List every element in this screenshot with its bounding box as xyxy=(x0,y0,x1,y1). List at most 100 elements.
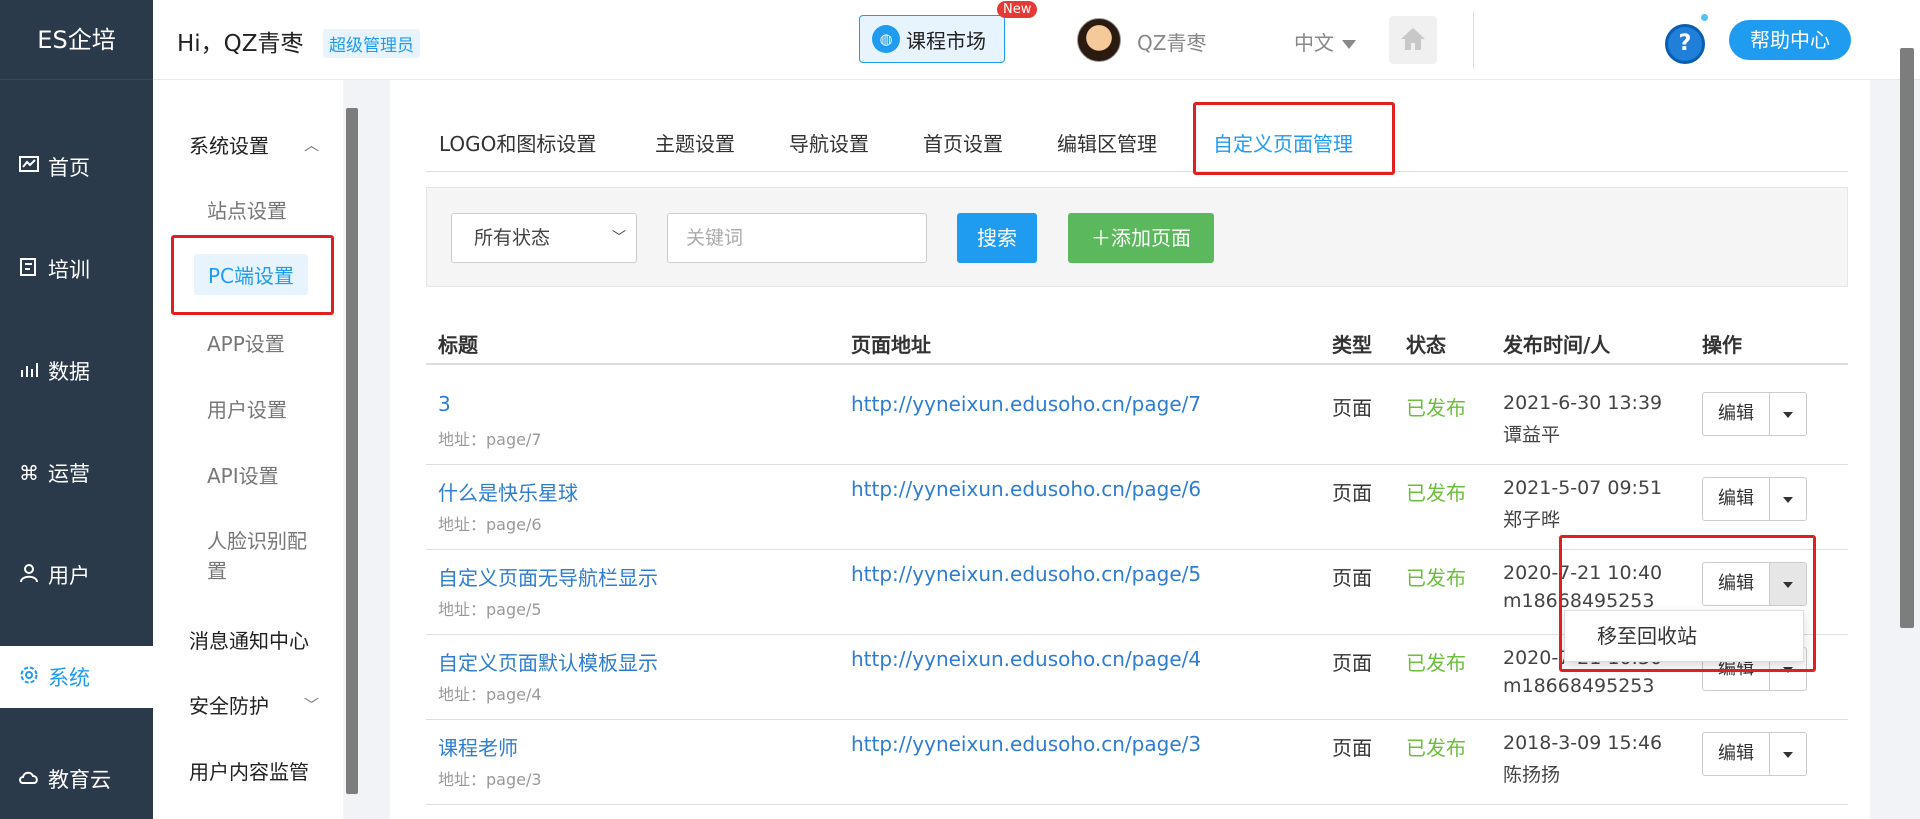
status-badge: 已发布 xyxy=(1406,481,1466,505)
help-question-icon[interactable]: ? xyxy=(1665,24,1705,64)
page-scrollbar[interactable] xyxy=(1900,48,1914,628)
language-select[interactable]: 中文 xyxy=(1294,27,1356,56)
page-url-link[interactable]: http://yyneixun.edusoho.cn/page/6 xyxy=(851,477,1201,501)
search-button[interactable]: 搜索 xyxy=(957,213,1037,263)
more-actions-dropdown[interactable] xyxy=(1770,392,1807,436)
table-header: 标题 页面地址 类型 状态 发布时间/人 操作 xyxy=(426,327,1848,365)
chart-icon xyxy=(16,155,42,179)
page-type: 页面 xyxy=(1332,736,1372,760)
tab-homepage[interactable]: 首页设置 xyxy=(923,128,1003,157)
more-actions-dropdown[interactable] xyxy=(1770,477,1807,521)
table-row: 课程老师 地址：page/3 http://yyneixun.edusoho.c… xyxy=(426,720,1848,805)
command-icon: ⌘ xyxy=(19,461,39,485)
home-icon xyxy=(1401,28,1425,50)
publish-time: 2021-6-30 13:39 xyxy=(1503,392,1663,414)
page-url-link[interactable]: http://yyneixun.edusoho.cn/page/7 xyxy=(851,392,1201,416)
help-dot-icon xyxy=(1701,14,1708,21)
column-header-actions: 操作 xyxy=(1702,333,1742,357)
help-center-button[interactable]: 帮助中心 xyxy=(1729,20,1851,60)
highlight-box xyxy=(1559,535,1816,672)
sidebar-item-system[interactable]: 系统 xyxy=(0,646,153,708)
sidebar-item-users[interactable]: 用户 xyxy=(0,544,153,606)
user-icon xyxy=(16,563,42,588)
sub-sidebar-scrollbar[interactable] xyxy=(346,108,358,794)
sidebar-item-label: 教育云 xyxy=(48,768,111,792)
subnav-item-user[interactable]: 用户设置 xyxy=(207,394,287,423)
subnav-group-content[interactable]: 用户内容监管 xyxy=(189,756,309,785)
header-divider xyxy=(1473,12,1474,68)
page-url-link[interactable]: http://yyneixun.edusoho.cn/page/4 xyxy=(851,647,1201,671)
status-select[interactable]: 所有状态 ﹀ xyxy=(451,213,637,263)
column-header-url: 页面地址 xyxy=(851,333,931,357)
status-badge: 已发布 xyxy=(1406,651,1466,675)
page-type: 页面 xyxy=(1332,396,1372,420)
page-address: 地址：page/4 xyxy=(438,685,542,704)
page-type: 页面 xyxy=(1332,651,1372,675)
edit-button[interactable]: 编辑 xyxy=(1702,732,1770,776)
new-badge: New xyxy=(997,1,1038,18)
sidebar-item-home[interactable]: 首页 xyxy=(0,136,153,198)
edit-button[interactable]: 编辑 xyxy=(1702,392,1770,436)
chevron-down-icon: ﹀ xyxy=(303,696,319,714)
edit-button[interactable]: 编辑 xyxy=(1702,477,1770,521)
highlight-box xyxy=(171,235,334,315)
page-title-link[interactable]: 3 xyxy=(438,392,451,416)
subnav-group-system[interactable]: 系统设置 ︿ xyxy=(189,130,319,159)
tab-navigation[interactable]: 导航设置 xyxy=(789,128,869,157)
tab-logo[interactable]: LOGO和图标设置 xyxy=(439,128,596,157)
brand-logo[interactable]: ES企培 xyxy=(0,0,153,80)
language-label: 中文 xyxy=(1294,31,1334,55)
row-actions: 编辑 xyxy=(1702,732,1807,776)
sidebar-item-training[interactable]: 培训 xyxy=(0,238,153,300)
subnav-group-notice[interactable]: 消息通知中心 xyxy=(189,625,309,654)
page-address: 地址：page/7 xyxy=(438,430,542,449)
main-panel: LOGO和图标设置 主题设置 导航设置 首页设置 编辑区管理 自定义页面管理 所… xyxy=(390,80,1870,819)
role-badge: 超级管理员 xyxy=(323,29,420,58)
tab-theme[interactable]: 主题设置 xyxy=(655,128,735,157)
page-url-link[interactable]: http://yyneixun.edusoho.cn/page/5 xyxy=(851,562,1201,586)
keyword-input[interactable]: 关键词 xyxy=(667,213,927,263)
add-page-button[interactable]: ＋添加页面 xyxy=(1068,213,1214,263)
avatar[interactable] xyxy=(1077,18,1121,62)
tab-editor[interactable]: 编辑区管理 xyxy=(1057,128,1157,157)
filter-bar: 所有状态 ﹀ 关键词 搜索 ＋添加页面 xyxy=(426,187,1848,287)
page-url-link[interactable]: http://yyneixun.edusoho.cn/page/3 xyxy=(851,732,1201,756)
status-badge: 已发布 xyxy=(1406,566,1466,590)
subnav-item-site[interactable]: 站点设置 xyxy=(207,195,287,224)
more-actions-dropdown[interactable] xyxy=(1770,732,1807,776)
publisher: m18668495253 xyxy=(1503,675,1655,697)
sidebar-item-label: 系统 xyxy=(48,666,90,690)
subnav-item-api[interactable]: API设置 xyxy=(207,460,279,489)
subnav-group-security[interactable]: 安全防护 ﹀ xyxy=(189,690,319,719)
page-title-link[interactable]: 课程老师 xyxy=(438,732,518,761)
home-button[interactable] xyxy=(1389,16,1437,64)
course-market-button[interactable]: ◍ 课程市场 xyxy=(859,15,1005,63)
publish-time: 2018-3-09 15:46 xyxy=(1503,732,1663,754)
page-address: 地址：page/6 xyxy=(438,515,542,534)
subnav-item-face[interactable]: 人脸识别配置 xyxy=(207,526,321,586)
caret-down-icon xyxy=(1342,40,1356,49)
greeting-text: Hi，QZ青枣 xyxy=(177,31,304,57)
username[interactable]: QZ青枣 xyxy=(1137,27,1206,56)
row-actions: 编辑 xyxy=(1702,392,1807,436)
publish-time: 2021-5-07 09:51 xyxy=(1503,477,1663,499)
page-address: 地址：page/3 xyxy=(438,770,542,789)
caret-down-icon xyxy=(1783,497,1793,503)
course-market-label: 课程市场 xyxy=(906,28,986,53)
status-badge: 已发布 xyxy=(1406,736,1466,760)
sidebar-item-data[interactable]: 数据 xyxy=(0,340,153,402)
page-title-link[interactable]: 自定义页面默认模板显示 xyxy=(438,647,658,676)
chevron-up-icon: ︿ xyxy=(303,136,319,154)
page-title-link[interactable]: 自定义页面无导航栏显示 xyxy=(438,562,658,591)
column-header-title: 标题 xyxy=(438,333,478,357)
sidebar-item-operations[interactable]: ⌘ 运营 xyxy=(0,442,153,504)
sidebar-item-label: 数据 xyxy=(48,360,90,384)
column-header-published: 发布时间/人 xyxy=(1503,333,1611,357)
settings-tabs: LOGO和图标设置 主题设置 导航设置 首页设置 编辑区管理 自定义页面管理 xyxy=(426,80,1848,172)
sidebar-item-label: 培训 xyxy=(48,258,90,282)
subnav-item-app[interactable]: APP设置 xyxy=(207,328,285,357)
page-title-link[interactable]: 什么是快乐星球 xyxy=(438,477,578,506)
sidebar-item-edu-cloud[interactable]: 教育云 xyxy=(0,748,153,810)
publisher: 郑子晔 xyxy=(1503,509,1561,531)
sidebar-item-label: 运营 xyxy=(48,462,90,486)
